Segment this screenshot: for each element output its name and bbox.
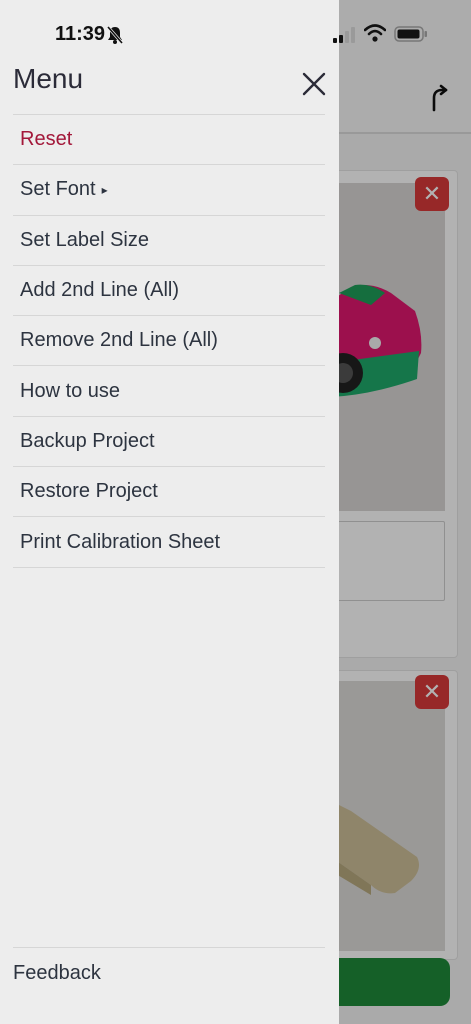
wifi-icon — [364, 24, 386, 42]
feedback-link[interactable]: Feedback — [13, 948, 325, 985]
menu-item-label: Remove 2nd Line (All) — [20, 329, 218, 352]
menu-item-backup-project[interactable]: Backup Project — [13, 417, 325, 468]
menu-item-restore-project[interactable]: Restore Project — [13, 467, 325, 518]
menu-item-label: Backup Project — [20, 429, 155, 452]
menu-item-add-2nd-line[interactable]: Add 2nd Line (All) — [13, 266, 325, 317]
menu-item-set-label-size[interactable]: Set Label Size — [13, 216, 325, 266]
menu-item-label: Add 2nd Line (All) — [20, 279, 179, 302]
cellular-signal-icon — [333, 27, 355, 43]
menu-item-label: How to use — [20, 379, 121, 402]
menu-item-remove-2nd-line[interactable]: Remove 2nd Line (All) — [13, 316, 325, 367]
menu-drawer: Menu Reset Set Font ▸ Set Label Size Add… — [0, 0, 339, 1024]
feedback-section: Feedback — [13, 947, 325, 985]
submenu-caret-icon: ▸ — [101, 182, 108, 197]
menu-item-reset[interactable]: Reset — [13, 115, 325, 166]
menu-item-label: Reset — [20, 128, 73, 151]
status-time: 11:39 — [55, 23, 106, 45]
status-bar: 11:39 — [0, 0, 471, 60]
bell-muted-icon — [107, 26, 123, 44]
menu-item-label: Set Label Size — [20, 228, 149, 251]
menu-item-label: Restore Project — [20, 480, 158, 503]
menu-item-set-font[interactable]: Set Font ▸ — [13, 165, 325, 216]
menu-item-label: Print Calibration Sheet — [20, 530, 221, 553]
menu-item-print-calibration-sheet[interactable]: Print Calibration Sheet — [13, 517, 325, 568]
menu-list: Reset Set Font ▸ Set Label Size Add 2nd … — [13, 114, 325, 568]
battery-icon — [394, 26, 427, 42]
menu-title: Menu — [13, 63, 84, 94]
menu-item-label: Set Font — [20, 178, 96, 201]
menu-item-how-to-use[interactable]: How to use — [13, 366, 325, 417]
close-icon[interactable] — [300, 70, 328, 98]
